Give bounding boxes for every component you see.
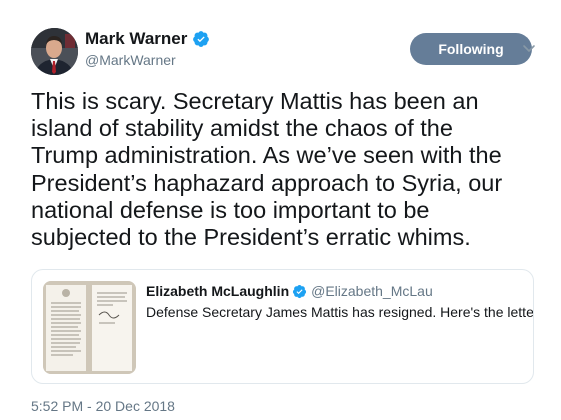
quoted-author-name[interactable]: Elizabeth McLaughlin [146, 283, 289, 299]
quoted-tweet-image[interactable] [43, 281, 136, 374]
tweet-text-line: Trump administration. As we’ve seen with… [31, 142, 502, 169]
quoted-author[interactable]: Elizabeth McLaughlin @Elizabeth_McLau [146, 283, 433, 299]
author-name[interactable]: Mark Warner [85, 29, 187, 49]
chevron-down-icon[interactable] [521, 40, 537, 56]
verified-badge-icon [193, 31, 210, 47]
tweet-text-line: island of stability amidst the chaos of … [31, 115, 453, 142]
tweet-timestamp[interactable]: 5:52 PM - 20 Dec 2018 [31, 398, 175, 414]
tweet-text: This is scary. Secretary Mattis has been… [31, 88, 551, 251]
quoted-tweet[interactable]: Elizabeth McLaughlin @Elizabeth_McLau De… [31, 269, 534, 384]
verified-badge-icon [293, 284, 307, 298]
tweet-text-line: President’s haphazard approach to Syria,… [31, 169, 503, 196]
author-name-row[interactable]: Mark Warner [85, 29, 210, 49]
author-handle[interactable]: @MarkWarner [85, 52, 176, 68]
tweet-text-line: This is scary. Secretary Mattis has been… [31, 88, 479, 114]
quoted-tweet-text: Defense Secretary James Mattis has resig… [146, 304, 534, 320]
tweet-text-line: national defense is too important to be [31, 196, 430, 223]
quoted-author-handle[interactable]: @Elizabeth_McLau [311, 283, 433, 299]
avatar[interactable] [31, 28, 78, 75]
tweet-text-line: subjected to the President’s erratic whi… [31, 224, 471, 251]
following-button[interactable]: Following [410, 33, 532, 65]
